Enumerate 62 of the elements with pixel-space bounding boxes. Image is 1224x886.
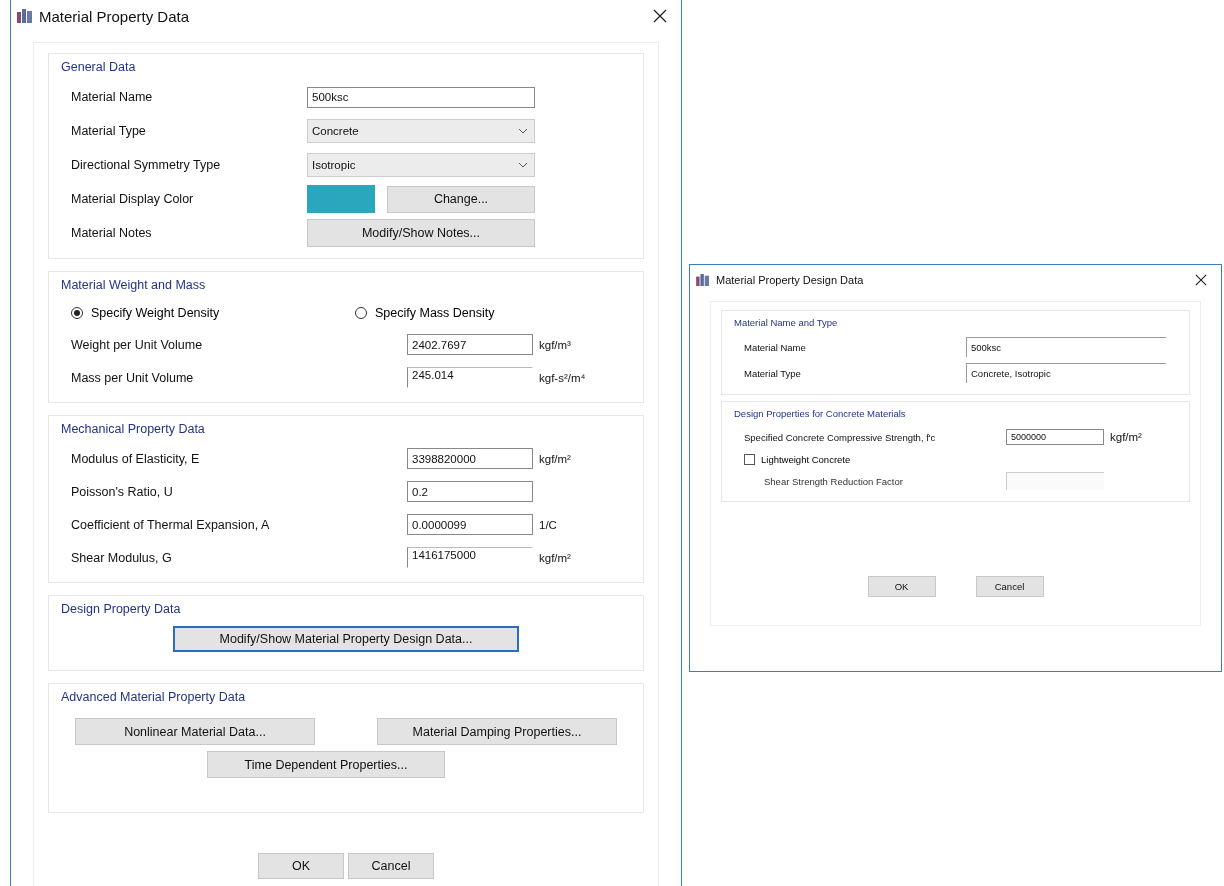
dropdown[interactable]: Concrete [307, 119, 535, 143]
field-label: Material Notes [70, 226, 153, 240]
chevron-down-icon [518, 162, 528, 168]
group-heading: Material Weight and Mass [60, 278, 207, 292]
number-field[interactable]: 1416175000 [407, 547, 533, 568]
group-heading: Design Properties for Concrete Materials [733, 408, 907, 419]
unit-label: kgf/m² [539, 551, 571, 564]
lightweight-checkbox[interactable]: Lightweight Concrete [722, 449, 1189, 469]
window-title: Material Property Data [39, 7, 191, 25]
field-label: Material Type [70, 124, 147, 138]
field-label: Poisson's Ratio, U [70, 484, 174, 499]
field-label: Shear Strength Reduction Factor [763, 475, 904, 487]
close-icon[interactable] [1195, 274, 1207, 286]
field-label: Shear Modulus, G [70, 550, 173, 565]
window-title: Material Property Design Data [716, 274, 865, 286]
app-icon [696, 274, 710, 286]
unit-label: kgf/m³ [539, 338, 571, 351]
chevron-down-icon [518, 128, 528, 134]
number-field[interactable]: 0.2 [407, 481, 533, 502]
dialog-button[interactable]: Cancel [975, 576, 1044, 597]
field-label: Modulus of Elasticity, E [70, 451, 201, 466]
unit-label: kgf/m² [1110, 431, 1142, 443]
group-heading: Advanced Material Property Data [60, 690, 247, 704]
field-label: Weight per Unit Volume [70, 337, 204, 352]
property-button[interactable]: Material Damping Properties... [377, 718, 617, 745]
property-button[interactable]: Nonlinear Material Data... [75, 718, 315, 745]
radio-option[interactable]: Specify Weight Density [49, 306, 333, 320]
change-button[interactable]: Change... [387, 185, 535, 213]
group-heading: General Data [60, 60, 137, 74]
group-heading: Mechanical Property Data [60, 422, 206, 436]
field-label: Material Name [70, 90, 154, 104]
number-field[interactable]: 2402.7697 [407, 334, 533, 355]
dialog-button[interactable]: OK [258, 853, 344, 879]
unit-label: kgf/m² [539, 452, 571, 465]
text-field[interactable]: 500ksc [307, 86, 535, 108]
unit-label: kgf-s²/m⁴ [539, 371, 586, 384]
field-label: Material Type [743, 367, 802, 379]
unit-label: 1/C [539, 518, 557, 531]
field-label: Coefficient of Thermal Expansion, A [70, 517, 271, 532]
field-label: Material Display Color [70, 192, 195, 206]
dialog-button[interactable]: OK [867, 576, 936, 597]
field-label: Material Name [743, 341, 807, 353]
number-field[interactable]: 3398820000 [407, 448, 533, 469]
property-button[interactable]: Time Dependent Properties... [207, 751, 445, 778]
dropdown[interactable]: Isotropic [307, 153, 535, 177]
read-only-field: 500ksc [966, 337, 1166, 357]
radio-option[interactable]: Specify Mass Density [333, 306, 617, 320]
design-data-button[interactable]: Modify/Show Material Property Design Data... [173, 626, 519, 652]
number-field[interactable]: 5000000 [1006, 429, 1104, 445]
field-label: Specified Concrete Compressive Strength, f'c [743, 431, 937, 443]
group-heading: Design Property Data [60, 602, 182, 616]
notes-button[interactable]: Modify/Show Notes... [307, 219, 535, 247]
field-label: Mass per Unit Volume [70, 370, 195, 385]
dialog-button[interactable]: Cancel [348, 853, 434, 879]
app-icon [17, 9, 33, 23]
color-swatch[interactable] [307, 185, 375, 213]
number-field[interactable]: 245.014 [407, 367, 533, 388]
number-field[interactable]: 0.0000099 [407, 514, 533, 535]
read-only-field: Concrete, Isotropic [966, 363, 1166, 383]
field-label: Directional Symmetry Type [70, 158, 222, 172]
group-heading: Material Name and Type [733, 317, 839, 328]
close-icon[interactable] [653, 9, 667, 23]
